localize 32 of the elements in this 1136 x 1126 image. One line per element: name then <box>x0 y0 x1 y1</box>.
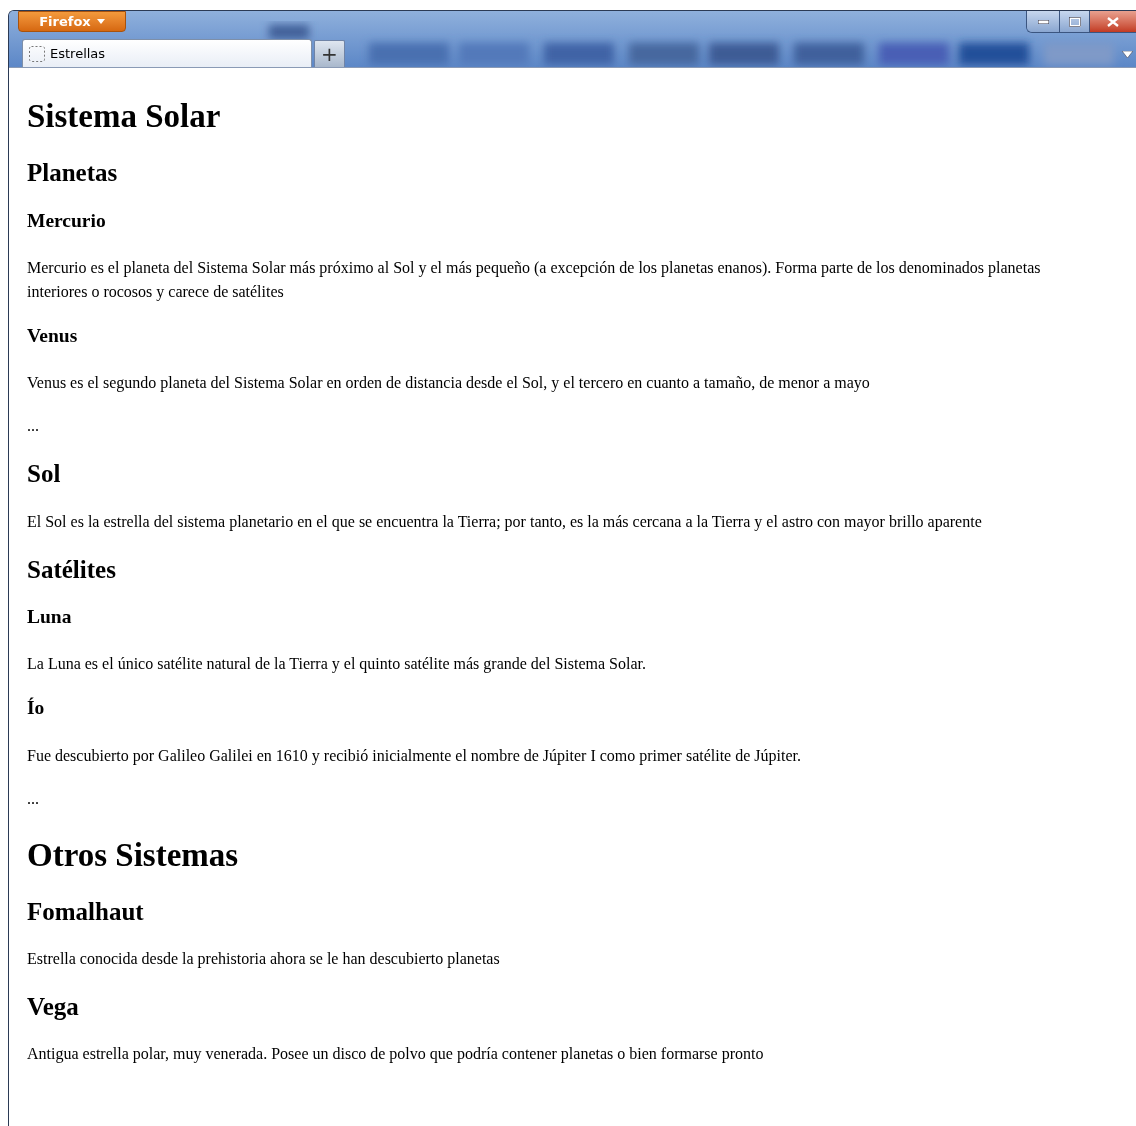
paragraph: ... <box>27 788 40 809</box>
paragraph: Mercurio es el planeta del Sistema Solar más próximo al Sol y el más pequeño (a excepción de los planetas enanos). Forma parte de los denominados planetas interiores o rocosos y carece de satélites <box>27 257 1042 303</box>
minimize-icon <box>1037 19 1049 24</box>
maximize-button[interactable] <box>1060 11 1090 32</box>
close-icon <box>1107 16 1119 27</box>
close-button[interactable] <box>1090 11 1136 32</box>
page-heading: Sistema Solar <box>27 97 222 136</box>
section-heading: Planetas <box>27 158 119 189</box>
caret-icon <box>96 19 105 24</box>
paragraph: Estrella conocida desde la prehistoria ahora se le han descubierto planetas <box>27 949 501 970</box>
subsection-heading: Venus <box>27 323 79 348</box>
tab-list-icon <box>1122 51 1133 58</box>
paragraph: El Sol es la estrella del sistema planetario en el que se encuentra la Tierra; por tanto, es la más cercana a la Tierra y el astro con mayor brillo aparente <box>27 511 983 533</box>
new-tab-button[interactable]: + <box>314 40 345 67</box>
subsection-heading: Ío <box>27 696 46 721</box>
paragraph: Fue descubierto por Galileo Galilei en 1610 y recibió inicialmente el nombre de Júpiter I como primer satélite de Júpiter. <box>27 745 802 767</box>
subsection-heading: Luna <box>27 604 73 629</box>
maximize-icon <box>1068 16 1081 27</box>
section-heading: Sol <box>27 459 62 490</box>
paragraph: La Luna es el único satélite natural de la Tierra y el quinto satélite más grande del Sistema Solar. <box>27 654 647 675</box>
browser-tab[interactable]: Estrellas <box>22 39 312 67</box>
minimize-button[interactable] <box>1027 11 1060 32</box>
section-heading: Fomalhaut <box>27 896 145 927</box>
subsection-heading: Mercurio <box>27 208 107 233</box>
paragraph: ... <box>27 416 40 437</box>
section-heading: Satélites <box>27 554 117 585</box>
section-heading: Vega <box>27 992 80 1022</box>
page-icon <box>29 45 45 62</box>
page-heading: Otros Sistemas <box>27 835 240 875</box>
paragraph: Venus es el segundo planeta del Sistema Solar en orden de distancia desde el Sol, y el tercero en cuanto a tamaño, de menor a mayo <box>27 373 871 394</box>
paragraph: Antigua estrella polar, muy venerada. Posee un disco de polvo que podría contener planetas o bien formarse pronto <box>27 1044 765 1065</box>
tab-title: Estrellas <box>50 44 106 63</box>
